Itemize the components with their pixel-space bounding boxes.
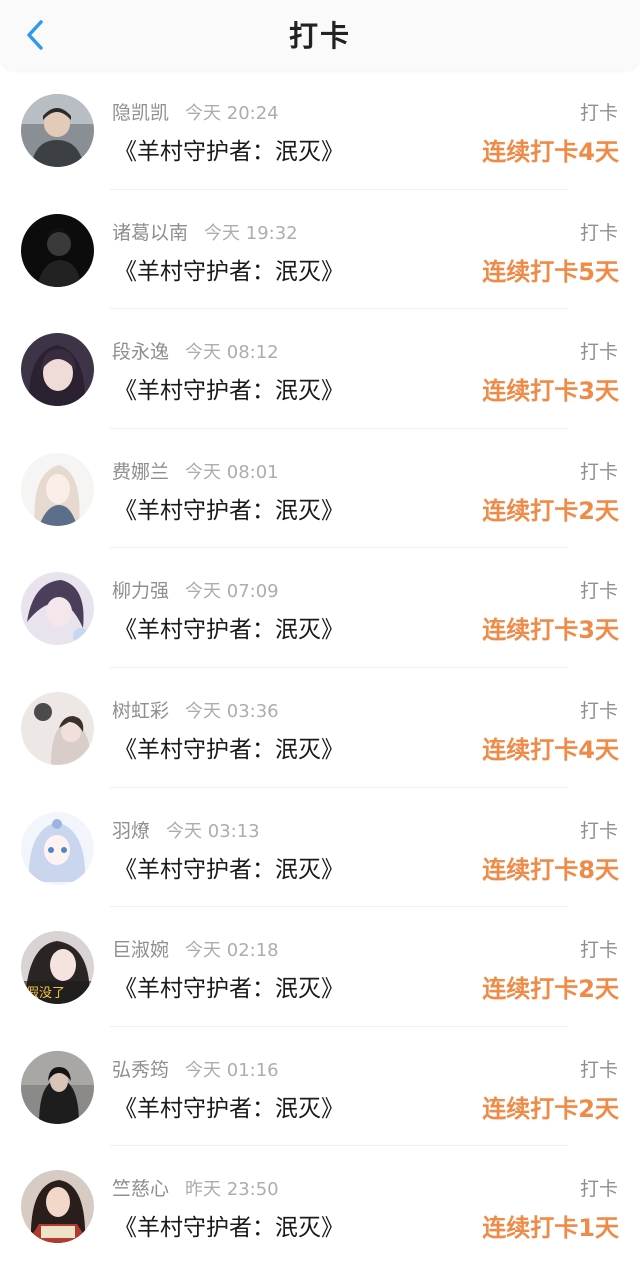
streak-badge: 连续打卡3天 xyxy=(482,616,619,645)
streak-badge: 连续打卡2天 xyxy=(482,1094,619,1123)
streak-badge: 连续打卡2天 xyxy=(482,496,619,525)
user-meta: 竺慈心 昨天 23:50 xyxy=(112,1174,279,1201)
checkin-label: 打卡 xyxy=(579,1058,618,1081)
checkin-label: 打卡 xyxy=(579,699,618,722)
book-title[interactable]: 《羊村守护者：泯灭》 xyxy=(114,969,344,1003)
user-name[interactable]: 柳力强 xyxy=(112,580,169,602)
avatar[interactable] xyxy=(21,1170,94,1244)
checkin-time: 昨天 23:50 xyxy=(185,1179,279,1201)
book-title[interactable]: 《羊村守护者：泯灭》 xyxy=(114,252,344,286)
list-item[interactable]: 弘秀筠 今天 01:16 《羊村守护者：泯灭》 打卡 连续打卡2天 xyxy=(0,1027,640,1147)
user-name[interactable]: 树虹彩 xyxy=(112,700,169,722)
checkin-time: 今天 08:12 xyxy=(185,342,279,364)
user-meta: 巨淑婉 今天 02:18 xyxy=(112,935,279,962)
checkin-label: 打卡 xyxy=(579,221,618,244)
checkin-label: 打卡 xyxy=(579,460,618,483)
book-title[interactable]: 《羊村守护者：泯灭》 xyxy=(114,1208,344,1242)
streak-badge: 连续打卡1天 xyxy=(482,1214,619,1243)
checkin-label: 打卡 xyxy=(579,580,618,603)
book-title[interactable]: 《羊村守护者：泯灭》 xyxy=(114,371,344,405)
user-meta: 段永逸 今天 08:12 xyxy=(112,337,279,364)
list-item[interactable]: 羽燎 今天 03:13 《羊村守护者：泯灭》 打卡 连续打卡8天 xyxy=(0,788,640,908)
book-title[interactable]: 《羊村守护者：泯灭》 xyxy=(114,132,344,166)
checkin-time: 今天 01:16 xyxy=(185,1059,279,1081)
avatar[interactable] xyxy=(21,1050,94,1124)
checkin-list: 隐凯凯 今天 20:24 《羊村守护者：泯灭》 打卡 连续打卡4天 诸葛以南 今天 … xyxy=(0,70,640,1266)
avatar[interactable] xyxy=(21,333,94,407)
book-title[interactable]: 《羊村守护者：泯灭》 xyxy=(114,730,344,764)
user-meta: 柳力强 今天 07:09 xyxy=(112,576,279,603)
checkin-time: 今天 03:36 xyxy=(185,700,279,722)
book-title[interactable]: 《羊村守护者：泯灭》 xyxy=(114,491,344,525)
checkin-label: 打卡 xyxy=(579,102,618,124)
avatar[interactable]: 假没了 xyxy=(21,931,94,1005)
user-meta: 羽燎 今天 03:13 xyxy=(112,816,260,843)
avatar[interactable] xyxy=(21,452,94,526)
book-title[interactable]: 《羊村守护者：泯灭》 xyxy=(114,610,344,644)
user-name[interactable]: 竺慈心 xyxy=(112,1178,169,1200)
streak-badge: 连续打卡4天 xyxy=(482,735,619,764)
list-item[interactable]: 诸葛以南 今天 19:32 《羊村守护者：泯灭》 打卡 连续打卡5天 xyxy=(0,190,640,310)
streak-badge: 连续打卡2天 xyxy=(482,975,619,1004)
user-name[interactable]: 段永逸 xyxy=(112,341,169,363)
checkin-time: 今天 07:09 xyxy=(185,581,279,603)
avatar[interactable] xyxy=(21,811,94,885)
streak-badge: 连续打卡3天 xyxy=(482,377,619,406)
book-title[interactable]: 《羊村守护者：泯灭》 xyxy=(114,850,344,884)
avatar[interactable] xyxy=(21,94,94,167)
checkin-time: 今天 08:01 xyxy=(185,461,279,483)
user-name[interactable]: 巨淑婉 xyxy=(112,939,169,961)
checkin-time: 今天 03:13 xyxy=(166,820,260,842)
user-meta: 弘秀筠 今天 01:16 xyxy=(112,1055,279,1082)
checkin-label: 打卡 xyxy=(579,1178,618,1201)
list-item[interactable]: 树虹彩 今天 03:36 《羊村守护者：泯灭》 打卡 连续打卡4天 xyxy=(0,668,640,788)
streak-badge: 连续打卡5天 xyxy=(482,257,619,286)
list-item[interactable]: 费娜兰 今天 08:01 《羊村守护者：泯灭》 打卡 连续打卡2天 xyxy=(0,429,640,549)
nav-bar: 打卡 xyxy=(0,0,640,70)
list-item[interactable]: 假没了 巨淑婉 今天 02:18 《羊村守护者：泯灭》 打卡 连续打卡2天 xyxy=(0,907,640,1027)
user-name[interactable]: 诸葛以南 xyxy=(112,222,188,244)
checkin-label: 打卡 xyxy=(579,939,618,962)
user-meta: 诸葛以南 今天 19:32 xyxy=(112,218,298,245)
checkin-label: 打卡 xyxy=(579,341,618,364)
checkin-time: 今天 20:24 xyxy=(185,103,279,124)
list-item[interactable]: 段永逸 今天 08:12 《羊村守护者：泯灭》 打卡 连续打卡3天 xyxy=(0,309,640,429)
user-name[interactable]: 弘秀筠 xyxy=(112,1059,169,1081)
list-item[interactable]: 隐凯凯 今天 20:24 《羊村守护者：泯灭》 打卡 连续打卡4天 xyxy=(0,70,640,190)
list-item[interactable]: 竺慈心 昨天 23:50 《羊村守护者：泯灭》 打卡 连续打卡1天 xyxy=(0,1146,640,1266)
checkin-time: 今天 02:18 xyxy=(185,940,279,962)
user-name[interactable]: 羽燎 xyxy=(112,820,150,842)
user-meta: 费娜兰 今天 08:01 xyxy=(112,457,279,484)
list-item[interactable]: 柳力强 今天 07:09 《羊村守护者：泯灭》 打卡 连续打卡3天 xyxy=(0,548,640,668)
user-name[interactable]: 费娜兰 xyxy=(112,461,169,483)
avatar[interactable] xyxy=(21,572,94,646)
user-meta: 隐凯凯 今天 20:24 xyxy=(112,98,279,125)
streak-badge: 连续打卡8天 xyxy=(482,855,619,884)
avatar[interactable] xyxy=(21,213,94,287)
page-title: 打卡 xyxy=(288,19,351,53)
checkin-label: 打卡 xyxy=(579,819,618,842)
user-name[interactable]: 隐凯凯 xyxy=(112,102,169,124)
avatar-caption: 假没了 xyxy=(26,986,65,1001)
user-meta: 树虹彩 今天 03:36 xyxy=(112,696,279,723)
checkin-time: 今天 19:32 xyxy=(204,222,298,244)
streak-badge: 连续打卡4天 xyxy=(482,138,619,166)
book-title[interactable]: 《羊村守护者：泯灭》 xyxy=(114,1089,344,1123)
avatar[interactable] xyxy=(21,691,94,765)
